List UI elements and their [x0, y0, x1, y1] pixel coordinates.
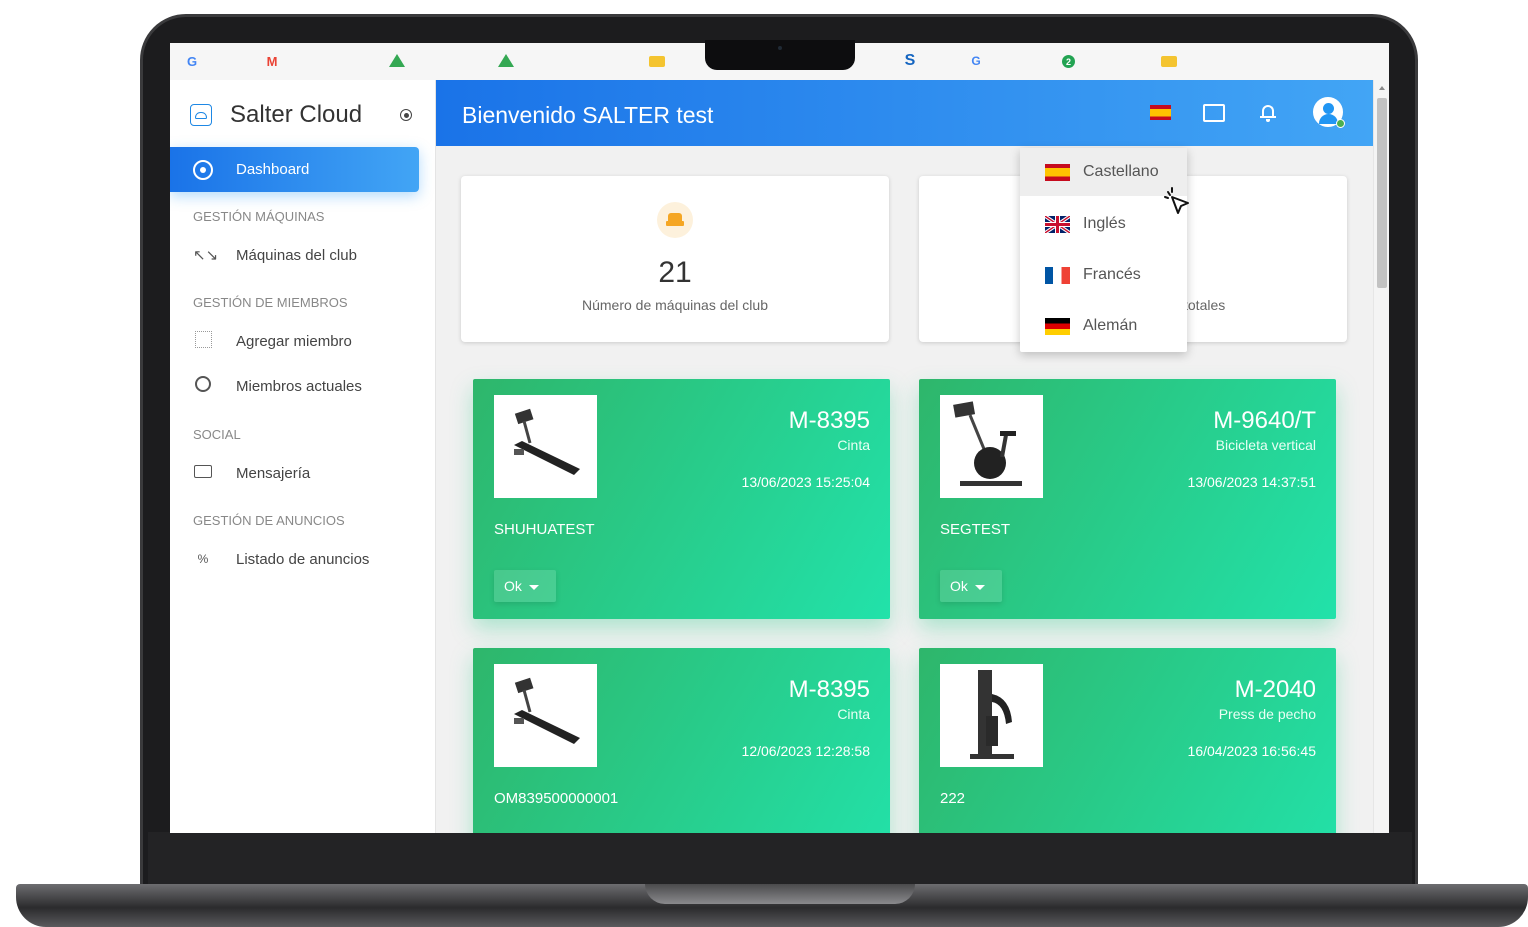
mail-icon	[193, 464, 213, 482]
uk-flag-icon	[1044, 214, 1071, 234]
sidebar-toggle-icon[interactable]	[400, 109, 412, 121]
stat-label: totales	[1184, 297, 1226, 313]
france-flag-icon	[1045, 266, 1070, 284]
language-label: Inglés	[1083, 215, 1126, 232]
machine-card[interactable]: M-8395 Cinta 12/06/2023 12:28:58 OM83950…	[473, 648, 890, 833]
machine-name: OM839500000001	[494, 790, 619, 807]
section-title: GESTIÓN DE MIEMBROS	[193, 295, 348, 310]
machine-seat-icon	[657, 202, 693, 238]
machine-type: Bicicleta vertical	[1215, 437, 1316, 453]
treadmill-image	[494, 395, 597, 498]
machine-date: 13/06/2023 14:37:51	[1187, 474, 1316, 490]
camera-notch	[705, 40, 855, 70]
sidebar-item-add-member[interactable]: Agregar miembro	[193, 329, 352, 353]
machine-name: SEGTEST	[940, 521, 1011, 538]
sidebar-item-current-members[interactable]: Miembros actuales	[193, 374, 362, 398]
sidebar-item-label: Dashboard	[236, 161, 310, 178]
chevron-down-icon	[528, 584, 539, 590]
avatar[interactable]	[1313, 97, 1345, 128]
google-icon[interactable]: G	[184, 53, 200, 69]
machine-type: Cinta	[837, 706, 870, 722]
sidebar: Salter Cloud Dashboard GESTIÓN MÁQUINAS …	[170, 80, 436, 833]
machine-card[interactable]: M-9640/T Bicicleta vertical 13/06/2023 1…	[919, 379, 1336, 619]
spain-flag-icon	[1045, 163, 1070, 181]
status-dropdown[interactable]: Ok	[494, 570, 556, 602]
language-label: Francés	[1083, 266, 1141, 283]
machine-date: 13/06/2023 15:25:04	[741, 474, 870, 490]
machine-name: SHUHUATEST	[494, 521, 595, 538]
germany-flag-icon	[1045, 317, 1070, 335]
sidebar-item-dashboard[interactable]: Dashboard	[170, 147, 419, 192]
language-label: Castellano	[1083, 163, 1159, 180]
section-title: GESTIÓN DE ANUNCIOS	[193, 513, 345, 528]
section-title: SOCIAL	[193, 427, 241, 442]
user-circle-icon	[193, 376, 213, 396]
folder-icon[interactable]	[649, 56, 665, 67]
sidebar-item-label: Agregar miembro	[236, 332, 352, 350]
translate-icon[interactable]: G	[968, 53, 984, 69]
chest-press-image	[940, 664, 1043, 767]
language-option-frances[interactable]: Francés	[1020, 251, 1187, 299]
treadmill-image	[494, 664, 597, 767]
machine-name: 222	[940, 790, 966, 807]
status-label: Ok	[504, 578, 522, 594]
scroll-up-icon[interactable]	[1379, 86, 1385, 90]
arrows-icon: ↖↘	[193, 247, 219, 264]
machine-code: M-2040	[1234, 676, 1316, 703]
section-title: GESTIÓN MÁQUINAS	[193, 209, 325, 224]
fullscreen-icon[interactable]	[1203, 104, 1225, 122]
laptop-hinge	[645, 884, 915, 904]
gmail-icon[interactable]: M	[264, 53, 280, 69]
machine-code: M-8395	[788, 407, 870, 434]
sidebar-item-machines[interactable]: ↖↘ Máquinas del club	[193, 243, 357, 267]
s-app-icon[interactable]: S	[902, 52, 918, 69]
stat-card-machines: 21 Número de máquinas del club	[461, 176, 889, 342]
laptop-chin	[148, 832, 1412, 884]
machine-card[interactable]: M-2040 Press de pecho 16/04/2023 16:56:4…	[919, 648, 1336, 833]
brand-name: Salter Cloud	[230, 101, 363, 128]
header-bar: Bienvenido SALTER test	[436, 80, 1373, 146]
language-menu: Castellano Inglés Francés Alemán	[1020, 148, 1187, 352]
machine-code: M-8395	[788, 676, 870, 703]
dashboard-icon	[193, 159, 213, 180]
page-title: Bienvenido SALTER test	[462, 102, 714, 128]
bike-image	[940, 395, 1043, 498]
language-option-aleman[interactable]: Alemán	[1020, 302, 1187, 350]
spain-flag-icon[interactable]	[1150, 105, 1171, 120]
sidebar-item-label: Listado de anuncios	[236, 550, 370, 568]
scrollbar[interactable]	[1373, 80, 1389, 833]
machine-type: Cinta	[837, 437, 870, 453]
sidebar-item-label: Miembros actuales	[236, 377, 362, 395]
brand[interactable]: Salter Cloud	[190, 100, 362, 130]
folder-icon[interactable]	[1161, 56, 1177, 67]
machine-date: 12/06/2023 12:28:58	[741, 743, 870, 759]
machine-date: 16/04/2023 16:56:45	[1187, 743, 1316, 759]
salter-logo-icon	[190, 104, 212, 126]
drive-icon[interactable]	[389, 54, 405, 67]
screen: G M S G 2 Salter Cloud Dashboard GESTIÓN…	[170, 43, 1389, 833]
status-dropdown[interactable]: Ok	[940, 570, 1002, 602]
machine-card[interactable]: M-8395 Cinta 13/06/2023 15:25:04 SHUHUAT…	[473, 379, 890, 619]
stat-value: 21	[658, 256, 692, 289]
bell-icon[interactable]	[1260, 102, 1276, 122]
machine-type: Press de pecho	[1218, 706, 1316, 722]
language-label: Alemán	[1083, 317, 1138, 334]
chevron-down-icon	[974, 584, 985, 590]
grid-icon	[193, 330, 213, 352]
machine-code: M-9640/T	[1213, 407, 1316, 434]
sidebar-item-announcements[interactable]: % Listado de anuncios	[193, 547, 370, 571]
stat-label: Número de máquinas del club	[582, 297, 768, 313]
announcements-icon: %	[197, 552, 209, 566]
green-app-icon[interactable]: 2	[1062, 55, 1075, 68]
scroll-thumb[interactable]	[1377, 98, 1387, 288]
cursor-pointer-icon	[1158, 183, 1194, 224]
sidebar-item-messaging[interactable]: Mensajería	[193, 461, 310, 485]
sidebar-item-label: Mensajería	[236, 464, 311, 482]
online-status-icon	[1336, 119, 1345, 128]
drive-icon[interactable]	[498, 54, 514, 67]
status-label: Ok	[950, 578, 968, 594]
sidebar-item-label: Máquinas del club	[236, 246, 357, 264]
